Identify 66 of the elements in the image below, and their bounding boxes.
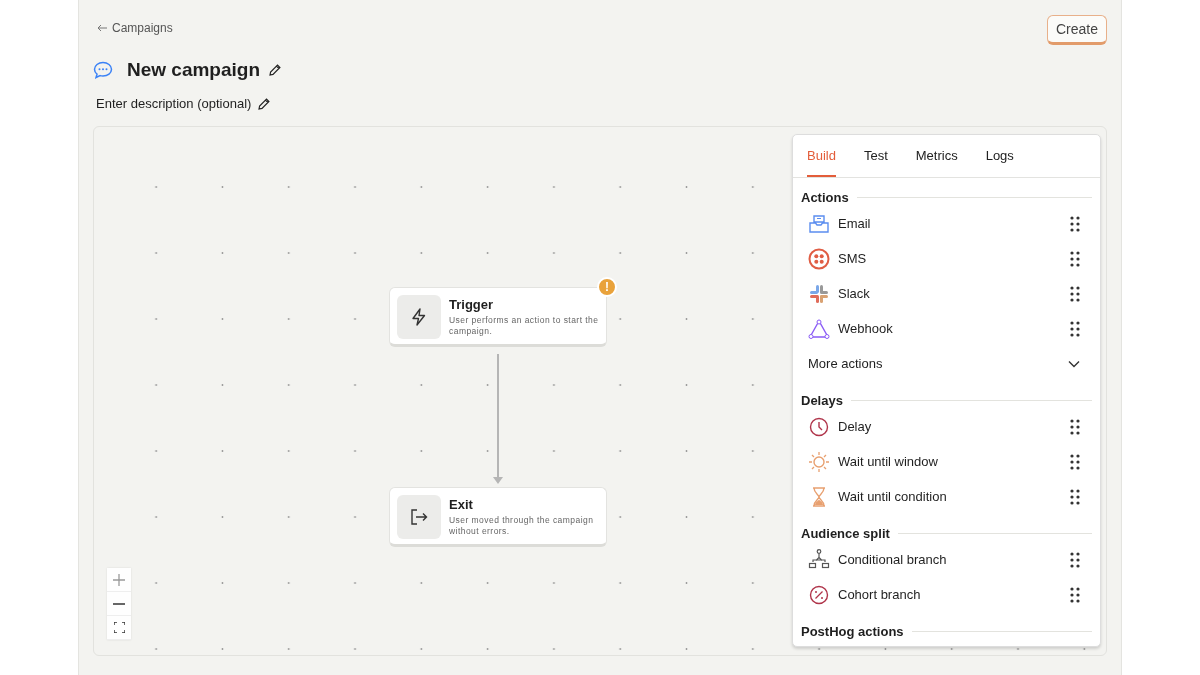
action-label: Wait until window (838, 454, 939, 469)
action-item[interactable]: Wait until condition (801, 479, 1092, 514)
action-label: SMS (838, 251, 868, 266)
back-link[interactable]: Campaigns (93, 21, 173, 35)
drag-handle-icon[interactable] (1070, 586, 1080, 603)
action-label: Cohort branch (838, 587, 922, 602)
node-title: Exit (449, 497, 474, 512)
action-item[interactable]: SMS (801, 241, 1092, 276)
warning-badge: ! (597, 277, 617, 297)
clock-icon (808, 416, 830, 437)
envelope-icon (808, 214, 830, 233)
campaign-title: New campaign (127, 59, 261, 81)
branch-diagram-icon (808, 548, 830, 571)
panel-tab[interactable]: Logs (985, 135, 1014, 177)
action-item[interactable]: Webhook (801, 311, 1092, 346)
drag-handle-icon[interactable] (1070, 320, 1080, 337)
triangle-nodes-icon (808, 318, 830, 339)
action-label: Conditional branch (838, 552, 948, 567)
drag-handle-icon[interactable] (1070, 453, 1080, 470)
drag-handle-icon[interactable] (1070, 250, 1080, 267)
action-item[interactable]: Email (801, 206, 1092, 241)
sun-icon (808, 450, 830, 473)
zoom-out-button[interactable] (107, 592, 131, 616)
drag-handle-icon[interactable] (1070, 215, 1080, 232)
back-arrow-icon (97, 24, 107, 32)
panel-tab[interactable]: Build (807, 135, 836, 177)
panel-tab[interactable]: Test (863, 135, 888, 177)
action-item[interactable]: Conditional branch (801, 542, 1092, 577)
action-label: Webhook (838, 321, 894, 336)
action-label: Slack (838, 286, 871, 301)
dotted-circle-icon (808, 247, 830, 270)
section-heading: Delays (801, 392, 843, 408)
more-actions-toggle[interactable]: More actions (801, 346, 1092, 381)
fit-view-button[interactable] (107, 616, 131, 640)
plus-icon (113, 573, 125, 586)
pencil-icon[interactable] (257, 96, 272, 111)
action-item[interactable]: Wait until window (801, 444, 1092, 479)
section-heading: PostHog actions (801, 623, 904, 639)
action-item[interactable]: Delay (801, 409, 1092, 444)
section-heading: Actions (801, 189, 849, 205)
exit-icon (397, 495, 441, 539)
node-description: User moved through the campaign without errors. (449, 515, 595, 537)
lightning-icon (397, 295, 441, 339)
chevron-icon (1068, 359, 1080, 368)
node-description: User performs an action to start the campaign. (449, 315, 599, 337)
create-button[interactable]: Create (1046, 15, 1107, 45)
node-title: Trigger (449, 297, 495, 312)
flow-node[interactable]: Trigger User performs an action to start the campaign. (389, 287, 607, 347)
chat-bubble-icon (93, 61, 113, 79)
pencil-icon[interactable] (268, 63, 283, 77)
drag-handle-icon[interactable] (1070, 418, 1080, 435)
action-item[interactable]: Cohort branch (801, 577, 1092, 612)
action-label: Email (838, 216, 872, 231)
action-item[interactable]: Slack (801, 276, 1092, 311)
flow-node[interactable]: Exit User moved through the campaign without errors. (389, 487, 607, 547)
drag-handle-icon[interactable] (1070, 551, 1080, 568)
hash-grid-icon (808, 283, 830, 304)
panel-tab[interactable]: Metrics (915, 135, 958, 177)
percent-circle-icon (808, 584, 830, 605)
fullscreen-icon (113, 622, 125, 633)
action-label: Wait until condition (838, 489, 948, 504)
action-label: Delay (838, 419, 873, 434)
section-heading: Audience split (801, 525, 890, 541)
drag-handle-icon[interactable] (1070, 488, 1080, 505)
description-field[interactable]: Enter description (optional) (96, 96, 252, 111)
drag-handle-icon[interactable] (1070, 285, 1080, 302)
